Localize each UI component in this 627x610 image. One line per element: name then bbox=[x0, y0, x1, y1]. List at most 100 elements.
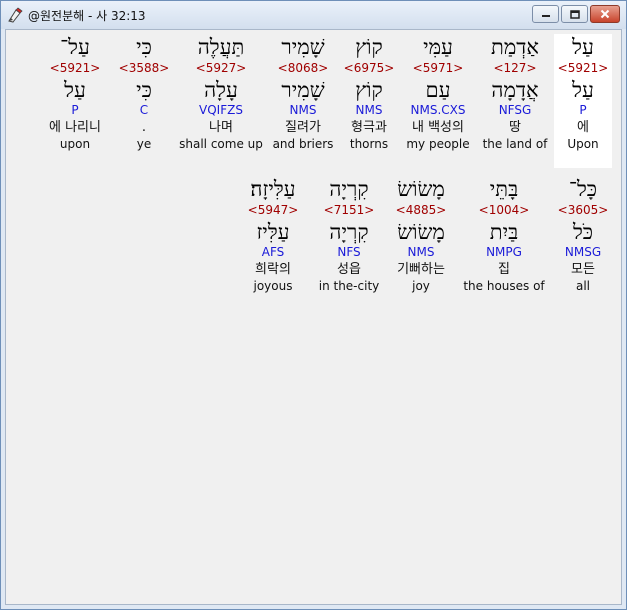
strong-number[interactable]: <5971> bbox=[404, 61, 472, 76]
strong-number[interactable]: <4885> bbox=[387, 203, 455, 218]
strong-number[interactable]: <7151> bbox=[314, 203, 384, 218]
korean-gloss: 에 bbox=[577, 120, 589, 135]
korean-gloss: 성읍 bbox=[337, 262, 361, 277]
strong-number[interactable]: <5921> bbox=[554, 61, 612, 76]
word-cell[interactable]: מָשׂוֹשׂ <4885> מָשׂוֹשׂ NMS 기뻐하는 joy bbox=[387, 176, 455, 310]
strong-number[interactable]: <3605> bbox=[554, 203, 612, 218]
word-cell[interactable]: קִרְיָה <7151> קִרְיָה NFS 성읍 in the-cit… bbox=[314, 176, 384, 310]
english-gloss: the houses of bbox=[463, 279, 545, 293]
window-controls bbox=[532, 5, 620, 23]
lexical-form: כֹּל bbox=[572, 220, 594, 244]
word-cell[interactable]: עַלִּיזָה׃ <5947> עַלִּיז AFS 희락의 joyous bbox=[236, 176, 310, 310]
lexical-form: קִרְיָה bbox=[329, 220, 369, 244]
parsing-code: NMPG bbox=[486, 245, 522, 259]
lexical-form: שָׁמִיר bbox=[281, 78, 325, 102]
app-icon[interactable] bbox=[6, 6, 24, 24]
parsing-code: VQIFZS bbox=[199, 103, 243, 117]
hebrew-word: עַל־ bbox=[60, 35, 90, 59]
window-title: @원전분해 - 사 32:13 bbox=[28, 8, 146, 23]
parsing-code: NMSG bbox=[564, 245, 602, 259]
minimize-button[interactable] bbox=[532, 5, 559, 23]
maximize-icon bbox=[569, 9, 580, 19]
english-gloss: all bbox=[575, 279, 591, 293]
lexical-form: עַלִּיז bbox=[256, 220, 290, 244]
close-icon bbox=[600, 9, 610, 19]
lexical-form: עַל bbox=[64, 78, 86, 102]
hebrew-word: קִרְיָה bbox=[329, 177, 369, 201]
lexical-form: קוֹץ bbox=[355, 78, 383, 102]
strong-number[interactable]: <5927> bbox=[178, 61, 264, 76]
hebrew-word: תַּעֲלֶה bbox=[197, 35, 245, 59]
maximize-button[interactable] bbox=[561, 5, 588, 23]
word-cell[interactable]: בָּתֵּי <1004> בַּיִת NMPG 집 the houses … bbox=[462, 176, 546, 310]
strong-number[interactable]: <3588> bbox=[118, 61, 170, 76]
lexical-form: בַּיִת bbox=[489, 220, 519, 244]
parsing-code: NMS bbox=[355, 103, 383, 117]
strong-number[interactable]: <8068> bbox=[272, 61, 334, 76]
parsing-code: P bbox=[579, 103, 587, 117]
lexical-form: עָלָה bbox=[204, 78, 238, 102]
korean-gloss: 나며 bbox=[209, 120, 233, 135]
english-gloss: in the-city bbox=[318, 279, 380, 293]
hebrew-word: עַמִּי bbox=[423, 35, 453, 59]
korean-gloss: 모든 bbox=[571, 262, 595, 277]
strong-number[interactable]: <5947> bbox=[236, 203, 310, 218]
hebrew-word: עַל bbox=[572, 35, 594, 59]
word-cell[interactable]: כָּל־ <3605> כֹּל NMSG 모든 all bbox=[554, 176, 612, 310]
english-gloss: joy bbox=[412, 279, 430, 293]
english-gloss: my people bbox=[406, 137, 470, 151]
word-cell[interactable]: קוֹץ <6975> קוֹץ NMS 형극과 thorns bbox=[341, 34, 397, 168]
lexical-form: עַם bbox=[425, 78, 451, 102]
close-button[interactable] bbox=[590, 5, 620, 23]
english-gloss: Upon bbox=[567, 137, 599, 151]
parsing-code: NMS bbox=[407, 245, 435, 259]
parsing-code: NFSG bbox=[498, 103, 532, 117]
word-cell[interactable]: עַל־ <5921> עַל P 에 나리니 upon bbox=[40, 34, 110, 168]
english-gloss: and briers bbox=[272, 137, 334, 151]
word-cell[interactable]: כִּי <3588> כִּי C . ye bbox=[118, 34, 170, 168]
word-cell[interactable]: עַל <5921> עַל P 에 Upon bbox=[554, 34, 612, 168]
word-cell[interactable]: אַדְמַת <127> אֲדָמָה NFSG 땅 the land of bbox=[476, 34, 554, 168]
parsing-code: AFS bbox=[261, 245, 285, 259]
app-window: @원전분해 - 사 32:13 עַל <5921> עַל P 에 Upon … bbox=[0, 0, 627, 610]
interlinear-panel: עַל <5921> עַל P 에 Upon אַדְמַת <127> אֲ… bbox=[5, 29, 622, 605]
strong-number[interactable]: <6975> bbox=[341, 61, 397, 76]
korean-gloss: 에 나리니 bbox=[49, 120, 101, 135]
korean-gloss: 질려가 bbox=[285, 120, 321, 135]
parsing-code: NFS bbox=[337, 245, 361, 259]
hebrew-word: עַלִּיזָה׃ bbox=[250, 177, 296, 201]
title-bar[interactable]: @원전분해 - 사 32:13 bbox=[1, 1, 626, 29]
hebrew-word: קוֹץ bbox=[355, 35, 383, 59]
strong-number[interactable]: <5921> bbox=[40, 61, 110, 76]
parsing-code: P bbox=[71, 103, 79, 117]
word-cell[interactable]: שָׁמִיר <8068> שָׁמִיר NMS 질려가 and brier… bbox=[272, 34, 334, 168]
parsing-code: NMS bbox=[289, 103, 317, 117]
minimize-icon bbox=[541, 15, 550, 17]
english-gloss: the land of bbox=[482, 137, 548, 151]
strong-number[interactable]: <1004> bbox=[462, 203, 546, 218]
korean-gloss: 땅 bbox=[509, 120, 521, 135]
lexical-form: כִּי bbox=[136, 78, 152, 102]
korean-gloss: 형극과 bbox=[351, 120, 387, 135]
parsing-code: C bbox=[139, 103, 149, 117]
lexical-form: אֲדָמָה bbox=[491, 78, 539, 102]
hebrew-word: שָׁמִיר bbox=[281, 35, 325, 59]
hebrew-word: מָשׂוֹשׂ bbox=[397, 177, 445, 201]
hebrew-word: בָּתֵּי bbox=[489, 177, 519, 201]
english-gloss: ye bbox=[136, 137, 152, 151]
english-gloss: upon bbox=[59, 137, 91, 151]
english-gloss: shall come up bbox=[179, 137, 263, 151]
korean-gloss: 희락의 bbox=[255, 262, 291, 277]
word-cell[interactable]: תַּעֲלֶה <5927> עָלָה VQIFZS 나며 shall co… bbox=[178, 34, 264, 168]
hebrew-word: אַדְמַת bbox=[491, 35, 539, 59]
strong-number[interactable]: <127> bbox=[476, 61, 554, 76]
word-cell[interactable]: עַמִּי <5971> עַם NMS.CXS 내 백성의 my peopl… bbox=[404, 34, 472, 168]
english-gloss: joyous bbox=[253, 279, 293, 293]
korean-gloss: 집 bbox=[498, 262, 510, 277]
korean-gloss: 기뻐하는 bbox=[397, 262, 445, 277]
parsing-code: NMS.CXS bbox=[410, 103, 466, 117]
english-gloss: thorns bbox=[349, 137, 389, 151]
hebrew-word: כָּל־ bbox=[568, 177, 598, 201]
korean-gloss: 내 백성의 bbox=[412, 120, 464, 135]
lexical-form: מָשׂוֹשׂ bbox=[397, 220, 445, 244]
